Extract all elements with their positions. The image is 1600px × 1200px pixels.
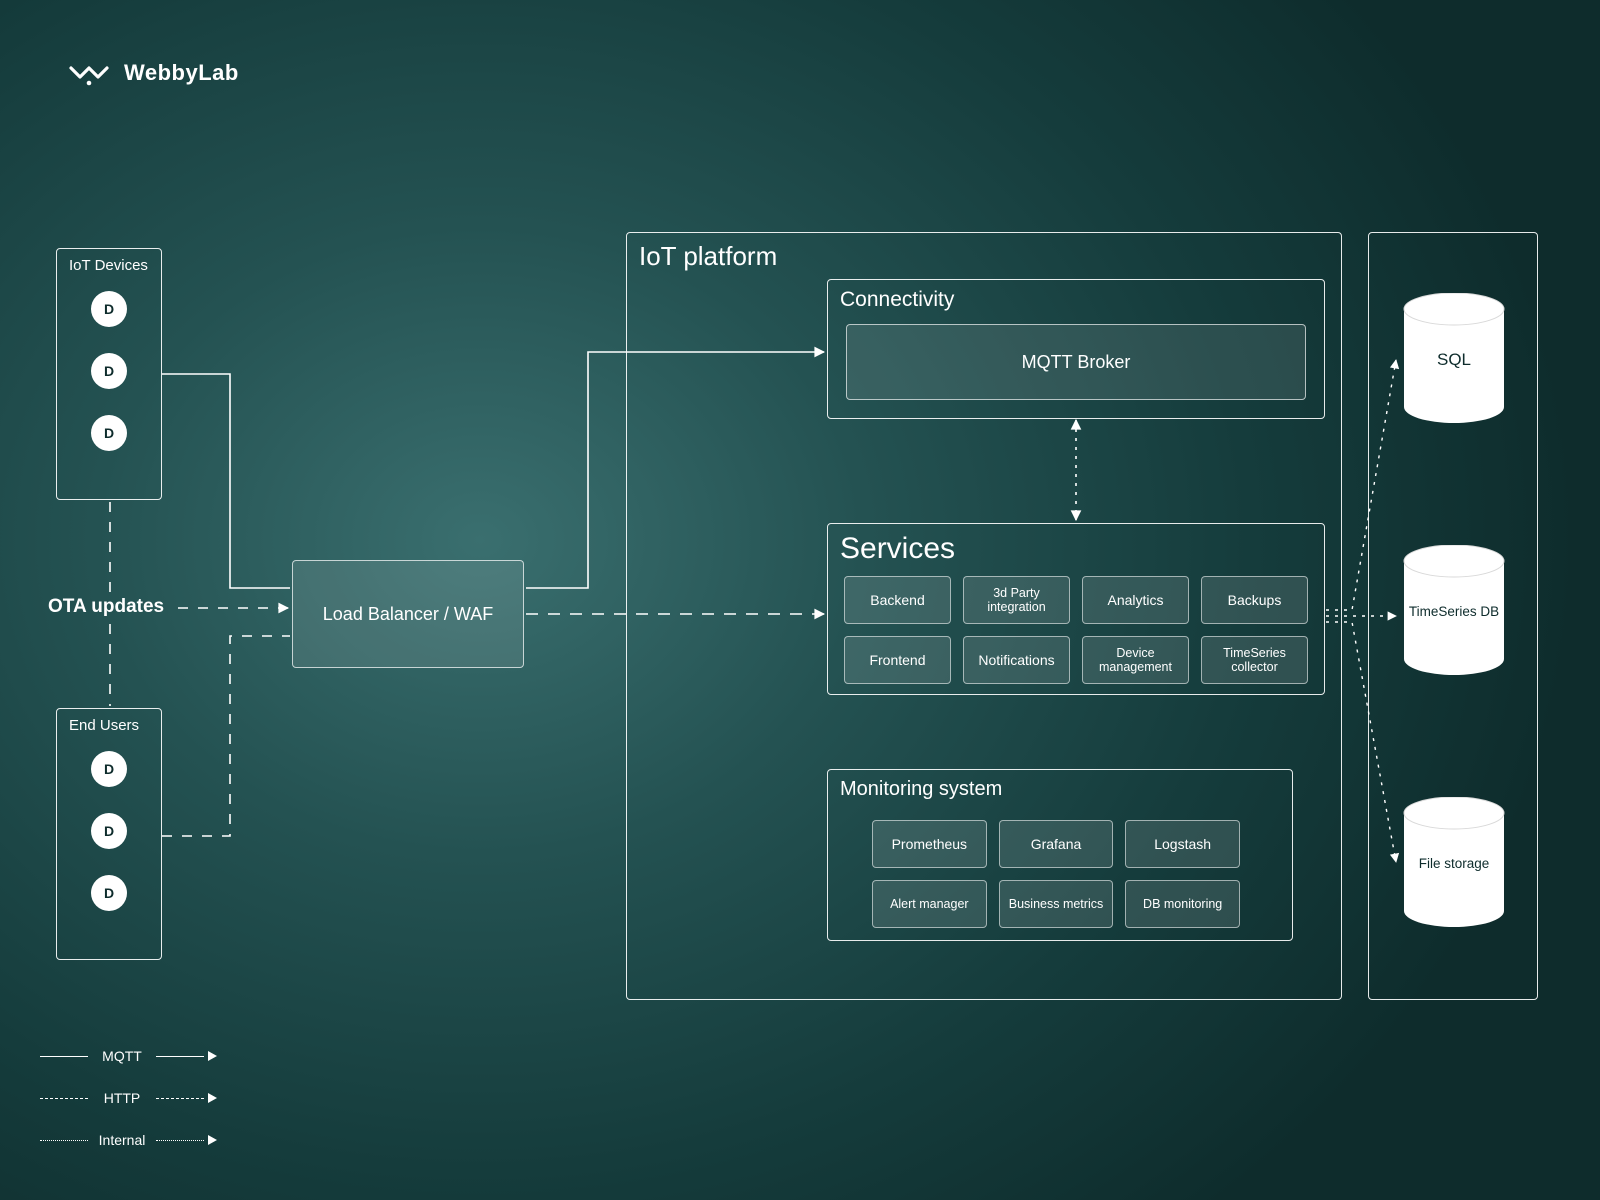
panel-end-users: End Users D D D: [56, 708, 162, 960]
panel-title-services: Services: [840, 532, 955, 566]
service-tile: Notifications: [963, 636, 1070, 684]
panel-title-monitoring: Monitoring system: [840, 778, 1002, 801]
legend-row-internal: Internal: [40, 1132, 217, 1148]
legend-label-http: HTTP: [88, 1090, 156, 1106]
service-tile: TimeSeries collector: [1201, 636, 1308, 684]
monitoring-tile: Grafana: [999, 820, 1114, 868]
ota-updates-label: OTA updates: [48, 596, 164, 618]
legend: MQTT HTTP Internal: [40, 1048, 217, 1148]
panel-databases: SQL TimeSeries DB File storage: [1368, 232, 1538, 1000]
legend-label-mqtt: MQTT: [88, 1048, 156, 1064]
panel-iot-platform: IoT platform Connectivity MQTT Broker Se…: [626, 232, 1342, 1000]
db-filestorage: File storage: [1399, 797, 1509, 927]
panel-monitoring: Monitoring system Prometheus Grafana Log…: [827, 769, 1293, 941]
brand-name: WebbyLab: [124, 60, 239, 86]
monitoring-tile: Prometheus: [872, 820, 987, 868]
db-filestorage-label: File storage: [1399, 856, 1509, 871]
box-load-balancer: Load Balancer / WAF: [292, 560, 524, 668]
panel-title-connectivity: Connectivity: [840, 288, 954, 312]
service-tile: Backups: [1201, 576, 1308, 624]
service-tile: 3d Party integration: [963, 576, 1070, 624]
panel-title-iot-devices: IoT Devices: [69, 257, 148, 274]
panel-connectivity: Connectivity MQTT Broker: [827, 279, 1325, 419]
service-tile: Backend: [844, 576, 951, 624]
db-timeseries: TimeSeries DB: [1399, 545, 1509, 675]
arrow-right-icon: [208, 1135, 217, 1145]
panel-title-iot-platform: IoT platform: [639, 241, 777, 272]
monitoring-tile: Business metrics: [999, 880, 1114, 928]
load-balancer-label: Load Balancer / WAF: [323, 604, 493, 625]
arrow-right-icon: [208, 1093, 217, 1103]
panel-iot-devices: IoT Devices D D D: [56, 248, 162, 500]
user-circle: D: [91, 813, 127, 849]
service-tile: Frontend: [844, 636, 951, 684]
panel-services: Services Backend 3d Party integration An…: [827, 523, 1325, 695]
arrow-right-icon: [208, 1051, 217, 1061]
brand-logo-icon: [68, 58, 110, 88]
legend-row-http: HTTP: [40, 1090, 217, 1106]
db-timeseries-label: TimeSeries DB: [1399, 604, 1509, 619]
db-sql: SQL: [1399, 293, 1509, 423]
user-circle: D: [91, 751, 127, 787]
monitoring-tile: DB monitoring: [1125, 880, 1240, 928]
box-mqtt-broker: MQTT Broker: [846, 324, 1306, 400]
device-circle: D: [91, 353, 127, 389]
db-sql-label: SQL: [1399, 350, 1509, 370]
device-circle: D: [91, 415, 127, 451]
brand-logo: WebbyLab: [68, 58, 239, 88]
monitoring-tile: Alert manager: [872, 880, 987, 928]
monitoring-tile: Logstash: [1125, 820, 1240, 868]
mqtt-broker-label: MQTT Broker: [1022, 352, 1131, 373]
service-tile: Device management: [1082, 636, 1189, 684]
panel-title-end-users: End Users: [69, 717, 139, 734]
service-tile: Analytics: [1082, 576, 1189, 624]
legend-label-internal: Internal: [88, 1132, 156, 1148]
legend-row-mqtt: MQTT: [40, 1048, 217, 1064]
user-circle: D: [91, 875, 127, 911]
device-circle: D: [91, 291, 127, 327]
